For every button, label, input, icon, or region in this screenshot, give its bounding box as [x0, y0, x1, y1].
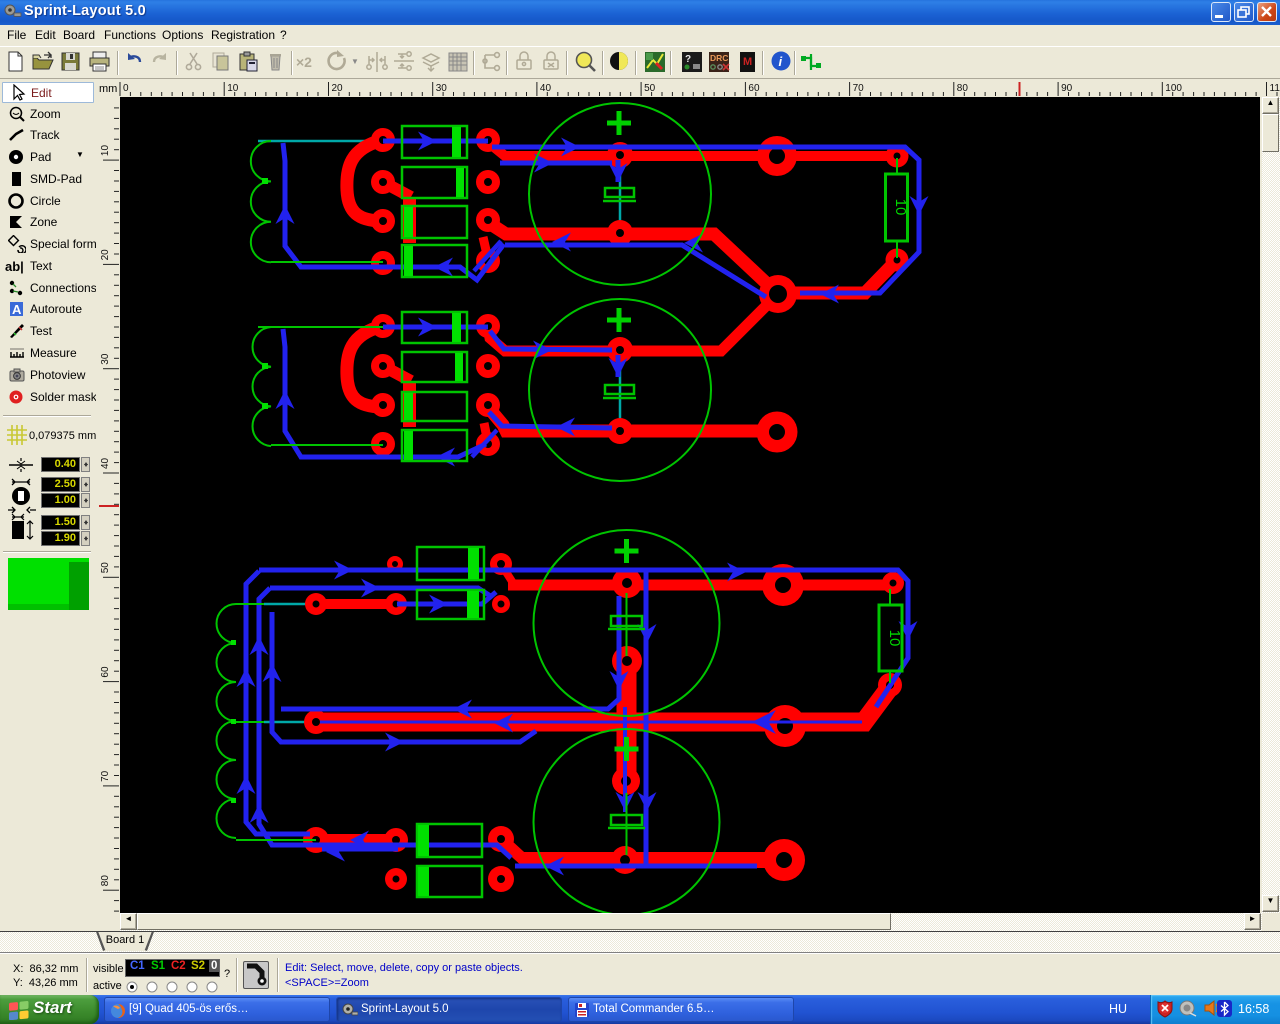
svg-text:90: 90 — [1061, 83, 1073, 94]
svg-text:70: 70 — [853, 83, 865, 94]
svg-text:60: 60 — [748, 83, 760, 94]
svg-text:i: i — [779, 54, 783, 69]
svg-text:60: 60 — [100, 666, 111, 678]
svg-text:70: 70 — [100, 770, 111, 782]
svg-text:40: 40 — [100, 457, 111, 469]
svg-text:10: 10 — [886, 630, 903, 647]
svg-text:M: M — [743, 56, 752, 68]
svg-text:?: ? — [685, 54, 691, 65]
svg-text:50: 50 — [100, 562, 111, 574]
svg-text:50: 50 — [644, 83, 656, 94]
svg-text:30: 30 — [436, 83, 448, 94]
svg-text:30: 30 — [100, 353, 111, 365]
svg-text:10: 10 — [892, 199, 909, 216]
svg-text:80: 80 — [957, 83, 969, 94]
svg-text:mm: mm — [99, 83, 117, 95]
svg-text:100: 100 — [1165, 83, 1182, 94]
svg-text:10: 10 — [227, 83, 239, 94]
svg-text:0: 0 — [123, 83, 129, 94]
svg-text:A: A — [12, 302, 22, 317]
svg-text:20: 20 — [100, 249, 111, 261]
svg-text:40: 40 — [540, 83, 552, 94]
svg-text:80: 80 — [100, 875, 111, 887]
svg-text:110: 110 — [1270, 83, 1280, 94]
svg-text:20: 20 — [332, 83, 344, 94]
svg-text:10: 10 — [100, 145, 111, 157]
svg-text:DRC: DRC — [710, 53, 728, 63]
